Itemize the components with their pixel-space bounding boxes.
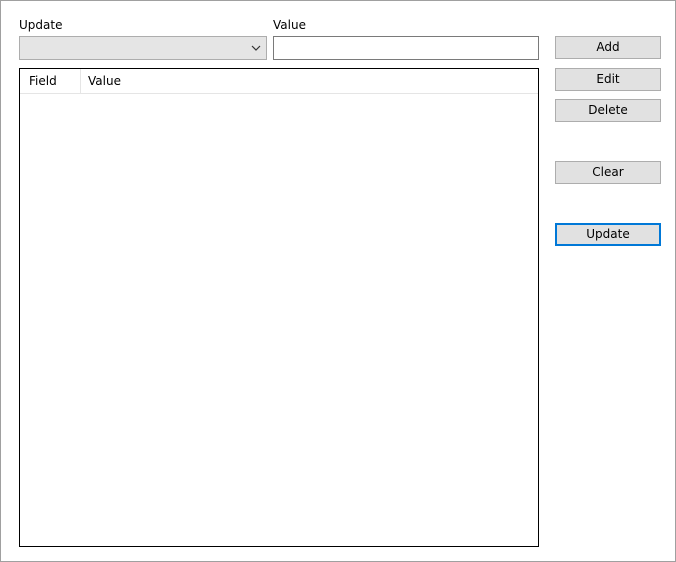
column-header-field[interactable]: Field bbox=[21, 69, 81, 93]
list-body[interactable] bbox=[20, 94, 538, 546]
value-input[interactable] bbox=[273, 36, 539, 60]
update-dropdown[interactable] bbox=[19, 36, 267, 60]
delete-button[interactable]: Delete bbox=[555, 99, 661, 122]
fields-list-view[interactable]: Field Value bbox=[19, 68, 539, 547]
dialog-window: Update Value Field Value Add Edit Delete… bbox=[0, 0, 676, 562]
clear-button[interactable]: Clear bbox=[555, 161, 661, 184]
value-label: Value bbox=[273, 18, 306, 32]
list-header: Field Value bbox=[20, 69, 538, 94]
update-button[interactable]: Update bbox=[555, 223, 661, 246]
chevron-down-icon bbox=[250, 42, 262, 54]
update-label: Update bbox=[19, 18, 63, 32]
column-header-value[interactable]: Value bbox=[81, 69, 537, 93]
edit-button[interactable]: Edit bbox=[555, 68, 661, 91]
add-button[interactable]: Add bbox=[555, 36, 661, 59]
